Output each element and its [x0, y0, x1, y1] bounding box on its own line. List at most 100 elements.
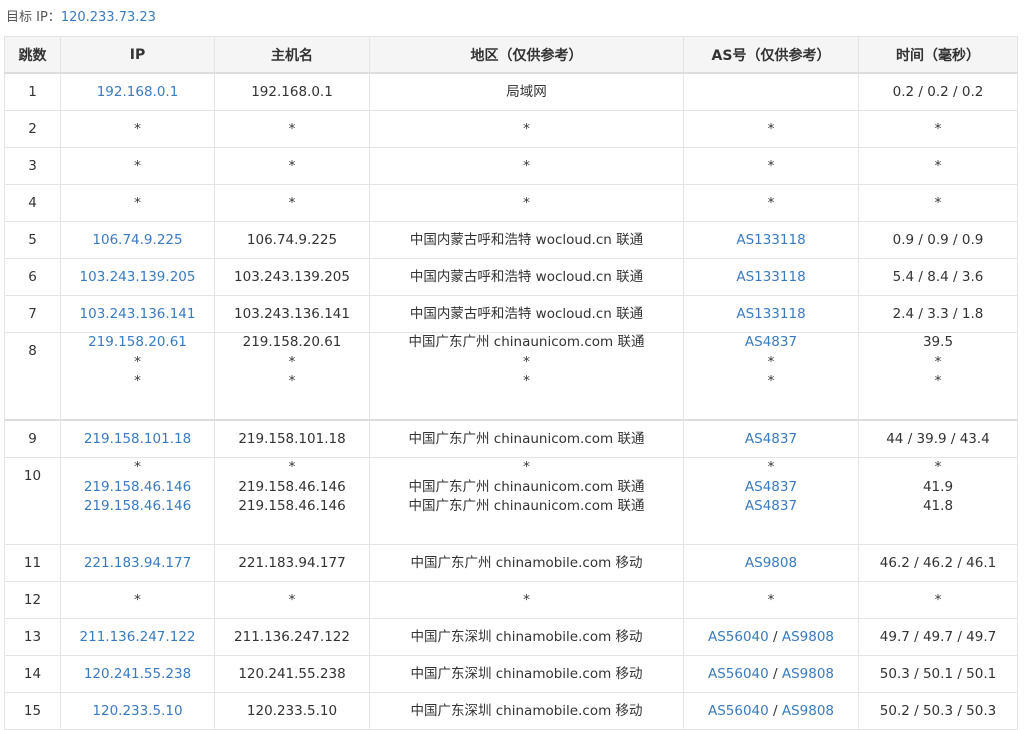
as-cell: AS133118 — [683, 258, 859, 296]
as-cell: AS133118 — [683, 295, 859, 333]
ip-link[interactable]: 192.168.0.1 — [97, 84, 179, 100]
table-row: 15 120.233.5.10 120.233.5.10 中国广东深圳 chinamo… — [4, 692, 1018, 730]
region-text: 中国广东深圳 chinamobile.com 移动 — [410, 703, 643, 719]
as-line: * — [685, 156, 858, 176]
ip-unknown: * — [134, 195, 141, 211]
as-cell: * — [683, 581, 859, 619]
time-cell: 50.2 / 50.3 / 50.3 — [858, 692, 1018, 730]
as-unknown: * — [767, 459, 775, 475]
region-cell: * — [369, 184, 684, 222]
time-cell: 49.7 / 49.7 / 49.7 — [858, 618, 1018, 656]
time-cell: 46.2 / 46.2 / 46.1 — [858, 544, 1018, 582]
time-text: 0.2 / 0.2 / 0.2 — [892, 84, 984, 100]
hostname-cell: 106.74.9.225 — [214, 221, 370, 259]
as-link[interactable]: AS56040 — [708, 703, 769, 719]
host-text: * — [288, 592, 296, 608]
region-text: 中国广东深圳 chinamobile.com 移动 — [410, 629, 643, 645]
ip-link[interactable]: 219.158.46.146 — [84, 498, 191, 514]
column-header-hostname[interactable]: 主机名 — [214, 36, 370, 74]
column-header-ip[interactable]: IP — [60, 36, 215, 74]
column-header-region[interactable]: 地区（仅供参考） — [369, 36, 684, 74]
as-link[interactable]: AS4837 — [745, 431, 797, 447]
hostname-cell: * — [214, 110, 370, 148]
as-cell: AS56040 / AS9808 — [683, 618, 859, 656]
time-cell: * — [858, 184, 1018, 222]
table-row: 11 221.183.94.177 221.183.94.177 中国广东广州 chi… — [4, 544, 1018, 582]
as-cell: AS9808 — [683, 544, 859, 582]
hop-number-cell: 11 — [4, 544, 61, 582]
ip-link[interactable]: 120.241.55.238 — [84, 666, 191, 682]
time-cell: 2.4 / 3.3 / 1.8 — [858, 295, 1018, 333]
ip-cell: 103.243.139.205 — [60, 258, 215, 296]
ip-cell: 120.241.55.238 — [60, 655, 215, 693]
hop-number-cell: 4 — [4, 184, 61, 222]
host-text: * — [288, 158, 296, 174]
host-text: 192.168.0.1 — [251, 84, 333, 100]
as-link[interactable]: AS9808 — [745, 555, 797, 571]
hostname-cell: 103.243.139.205 — [214, 258, 370, 296]
as-unknown: * — [767, 373, 775, 389]
ip-cell: 106.74.9.225 — [60, 221, 215, 259]
region-cell: * — [369, 581, 684, 619]
as-link[interactable]: AS56040 — [708, 629, 769, 645]
host-text: * — [288, 373, 296, 389]
target-ip-value: 120.233.73.23 — [60, 10, 156, 25]
ip-link[interactable]: 103.243.136.141 — [80, 306, 196, 322]
region-text: * — [523, 121, 530, 137]
region-text: * — [523, 373, 530, 389]
ip-link[interactable]: 219.158.46.146 — [84, 479, 191, 495]
hostname-cell: 192.168.0.1 — [214, 72, 370, 111]
ip-cell: 219.158.20.61 * * — [60, 332, 215, 421]
hostname-cell: * — [214, 184, 370, 222]
host-text: * — [288, 459, 296, 475]
time-cell: 44 / 39.9 / 43.4 — [858, 419, 1018, 458]
ip-unknown: * — [134, 459, 141, 475]
ip-link[interactable]: 106.74.9.225 — [92, 232, 182, 248]
column-header-time[interactable]: 时间（毫秒） — [858, 36, 1018, 74]
time-text: * — [934, 121, 942, 137]
time-text: 5.4 / 8.4 / 3.6 — [892, 269, 984, 285]
as-separator: / — [768, 703, 782, 719]
region-cell: 中国广东深圳 chinamobile.com 移动 — [369, 618, 684, 656]
as-link[interactable]: AS4837 — [745, 498, 797, 514]
ip-link[interactable]: 219.158.101.18 — [84, 431, 191, 447]
ip-cell: * 219.158.46.146 219.158.46.146 — [60, 457, 215, 545]
as-line: AS4837 — [685, 429, 858, 449]
as-link[interactable]: AS4837 — [745, 334, 797, 350]
ip-link[interactable]: 120.233.5.10 — [92, 703, 182, 719]
as-link[interactable]: AS133118 — [736, 306, 805, 322]
as-line: AS56040 / AS9808 — [685, 701, 858, 721]
as-line: AS4837 — [685, 497, 858, 517]
hop-number-cell: 9 — [4, 419, 61, 458]
hop-number-cell: 12 — [4, 581, 61, 619]
host-text: 219.158.46.146 — [238, 478, 346, 495]
column-header-as[interactable]: AS号（仅供参考） — [683, 36, 859, 74]
time-text: * — [934, 195, 942, 211]
as-cell: * — [683, 110, 859, 148]
ip-link[interactable]: 211.136.247.122 — [80, 629, 196, 645]
host-text: 211.136.247.122 — [234, 629, 350, 645]
as-link[interactable]: AS4837 — [745, 479, 797, 495]
hop-number-cell: 6 — [4, 258, 61, 296]
as-link[interactable]: AS9808 — [782, 629, 834, 645]
column-header-hop[interactable]: 跳数 — [4, 36, 61, 74]
ip-cell: * — [60, 110, 215, 148]
ip-link[interactable]: 219.158.20.61 — [88, 334, 187, 350]
ip-link[interactable]: 103.243.139.205 — [80, 269, 196, 285]
as-cell: * — [683, 184, 859, 222]
as-link[interactable]: AS9808 — [782, 703, 834, 719]
as-cell: AS4837 * * — [683, 332, 859, 421]
ip-cell: * — [60, 147, 215, 185]
host-text: 120.241.55.238 — [238, 666, 346, 682]
table-row: 12 * * * * * — [4, 581, 1018, 619]
ip-link[interactable]: 221.183.94.177 — [84, 555, 191, 571]
hostname-cell: * — [214, 147, 370, 185]
as-link[interactable]: AS9808 — [782, 666, 834, 682]
hop-number-cell: 15 — [4, 692, 61, 730]
as-link[interactable]: AS133118 — [736, 269, 805, 285]
ip-cell: * — [60, 581, 215, 619]
as-link[interactable]: AS56040 — [708, 666, 769, 682]
region-text: 中国广东深圳 chinamobile.com 移动 — [410, 666, 643, 682]
traceroute-table: 跳数 IP 主机名 地区（仅供参考） AS号（仅供参考） 时间（毫秒） 1 192… — [4, 36, 1018, 730]
as-link[interactable]: AS133118 — [736, 232, 805, 248]
